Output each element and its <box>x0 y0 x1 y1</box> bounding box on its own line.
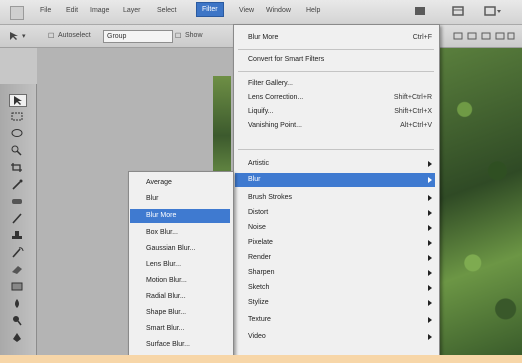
menu-edit[interactable]: Edit <box>66 7 78 14</box>
submenu-arrow-icon <box>428 285 432 291</box>
filter-menu: Blur More Ctrl+F Convert for Smart Filte… <box>233 24 440 355</box>
move-tool-preset-icon[interactable] <box>8 31 20 41</box>
filter-pixelate[interactable]: Pixelate <box>248 236 432 250</box>
filter-sketch[interactable]: Sketch <box>248 281 432 295</box>
menu-layer[interactable]: Layer <box>123 7 141 14</box>
submenu-arrow-icon <box>428 195 432 201</box>
blur-radial-blur[interactable]: Radial Blur... <box>146 290 230 304</box>
menu-image[interactable]: Image <box>90 7 109 14</box>
filter-gallery[interactable]: Filter Gallery... <box>248 77 432 91</box>
photoshop-window: File Edit Image Layer Select Filter View… <box>0 0 522 355</box>
submenu-arrow-icon <box>428 300 432 306</box>
filter-noise[interactable]: Noise <box>248 221 432 235</box>
submenu-arrow-icon <box>428 334 432 340</box>
menu-separator <box>238 149 434 150</box>
convert-smart-filters[interactable]: Convert for Smart Filters <box>248 53 432 67</box>
menu-separator <box>238 49 434 50</box>
blur-blur-more[interactable]: Blur More <box>130 209 230 223</box>
menu-window[interactable]: Window <box>266 7 291 14</box>
filter-stylize[interactable]: Stylize <box>248 296 432 310</box>
show-transform-checkbox[interactable]: ☐ <box>175 32 181 40</box>
submenu-arrow-icon <box>428 177 432 183</box>
submenu-arrow-icon <box>428 240 432 246</box>
quick-select-tool-icon[interactable] <box>9 145 25 156</box>
blur-box-blur[interactable]: Box Blur... <box>146 226 230 240</box>
clone-stamp-icon[interactable] <box>9 230 25 241</box>
blur-average[interactable]: Average <box>146 176 230 190</box>
menu-bar: File Edit Image Layer Select Filter View… <box>0 0 522 25</box>
pen-tool-icon[interactable] <box>9 332 25 343</box>
blur-gaussian-blur[interactable]: Gaussian Blur... <box>146 242 230 256</box>
filter-brush-strokes[interactable]: Brush Strokes <box>248 191 432 205</box>
vanishing-point[interactable]: Vanishing Point... Alt+Ctrl+V <box>248 119 432 133</box>
submenu-arrow-icon <box>428 270 432 276</box>
filter-video[interactable]: Video <box>248 330 432 344</box>
menu-separator <box>238 71 434 72</box>
blur-smart-blur[interactable]: Smart Blur... <box>146 322 230 336</box>
menu-filter[interactable]: Filter <box>196 2 224 17</box>
crop-tool-icon[interactable] <box>9 162 25 173</box>
dodge-tool-icon[interactable] <box>9 315 25 326</box>
auto-select-dropdown[interactable]: Group <box>103 30 173 43</box>
blur-shape-blur[interactable]: Shape Blur... <box>146 306 230 320</box>
menu-file[interactable]: File <box>40 7 51 14</box>
menu-select[interactable]: Select <box>157 7 176 14</box>
blur-tool-icon[interactable] <box>9 298 25 309</box>
align-options-group <box>440 25 522 47</box>
tools-panel <box>0 84 37 355</box>
submenu-arrow-icon <box>428 255 432 261</box>
lens-correction[interactable]: Lens Correction... Shift+Ctrl+R <box>248 91 432 105</box>
filter-texture[interactable]: Texture <box>248 313 432 327</box>
move-tool-icon[interactable] <box>9 94 27 107</box>
arrange-documents-icon[interactable] <box>452 6 464 16</box>
history-brush-icon[interactable] <box>9 247 25 258</box>
brush-tool-icon[interactable] <box>9 213 25 224</box>
eraser-tool-icon[interactable] <box>9 264 25 275</box>
document-photo[interactable] <box>440 48 522 355</box>
blur-submenu: Average Blur Blur More Box Blur... Gauss… <box>128 171 234 355</box>
auto-select-checkbox[interactable]: ☐ <box>48 32 54 40</box>
filter-blur[interactable]: Blur <box>235 173 435 187</box>
submenu-arrow-icon <box>428 161 432 167</box>
lasso-tool-icon[interactable] <box>9 128 25 139</box>
screen-mode-icon[interactable] <box>484 6 502 16</box>
submenu-arrow-icon <box>428 317 432 323</box>
liquify[interactable]: Liquify... Shift+Ctrl+X <box>248 105 432 119</box>
healing-brush-icon[interactable] <box>9 196 25 207</box>
filter-artistic[interactable]: Artistic <box>248 157 432 171</box>
blur-surface-blur[interactable]: Surface Blur... <box>146 338 230 352</box>
auto-select-label: Autoselect <box>58 32 91 39</box>
submenu-arrow-icon <box>428 210 432 216</box>
app-logo-icon <box>10 6 24 20</box>
filter-sharpen[interactable]: Sharpen <box>248 266 432 280</box>
menu-view[interactable]: View <box>239 7 254 14</box>
filter-render[interactable]: Render <box>248 251 432 265</box>
gradient-tool-icon[interactable] <box>9 281 25 292</box>
tool-preset-arrow[interactable]: ▾ <box>22 32 26 40</box>
blur-motion-blur[interactable]: Motion Blur... <box>146 274 230 288</box>
show-transform-label: Show <box>185 32 203 39</box>
filter-last-used[interactable]: Blur More Ctrl+F <box>248 31 432 45</box>
menu-help[interactable]: Help <box>306 7 320 14</box>
blur-lens-blur[interactable]: Lens Blur... <box>146 258 230 272</box>
eyedropper-tool-icon[interactable] <box>9 179 25 190</box>
submenu-arrow-icon <box>428 225 432 231</box>
filter-distort[interactable]: Distort <box>248 206 432 220</box>
align-buttons-icon[interactable] <box>452 31 516 41</box>
blur-blur[interactable]: Blur <box>146 192 230 206</box>
marquee-tool-icon[interactable] <box>9 111 25 122</box>
launch-bridge-icon[interactable] <box>414 6 426 16</box>
